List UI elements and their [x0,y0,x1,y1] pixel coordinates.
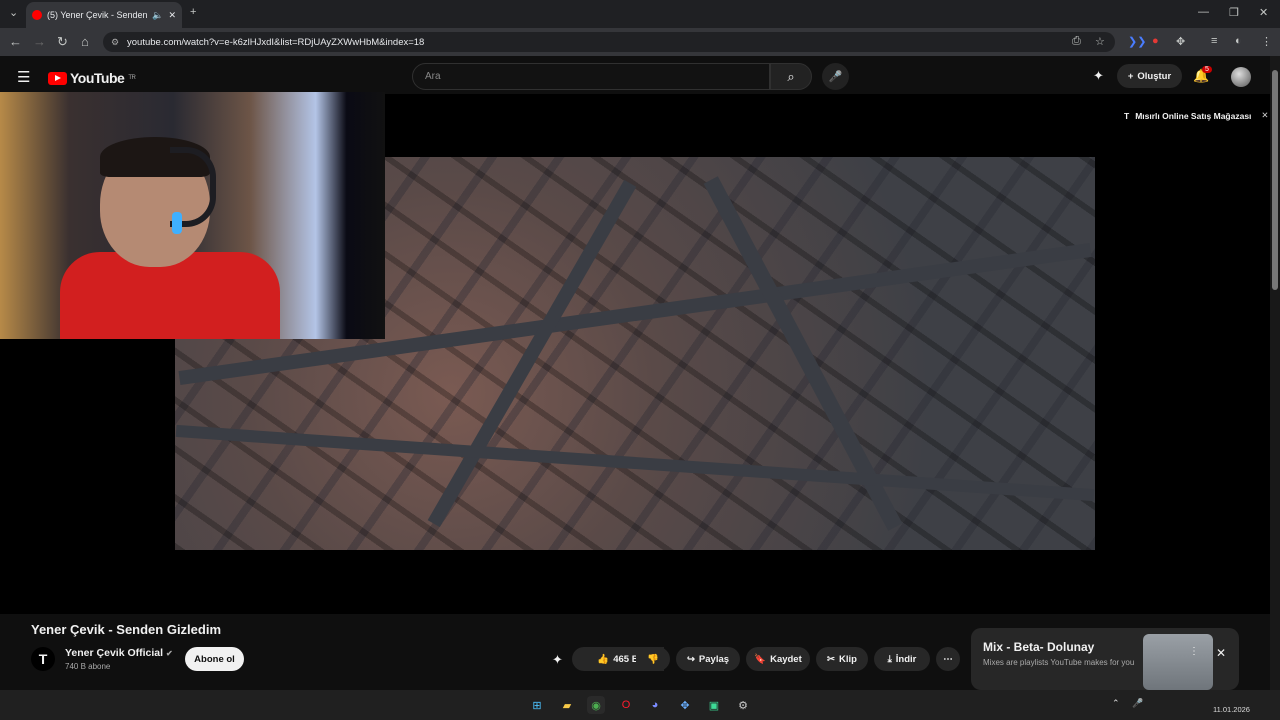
region-code: TR [128,75,136,81]
ad-store-icon: T [1124,110,1130,121]
scrollbar-thumb[interactable] [1272,70,1278,290]
download-button[interactable]: ⤓ İndir [874,647,930,671]
search-placeholder: Ara [425,71,441,82]
browser-tab-bar: ⌄ (5) Yener Çevik - Senden Gi 🔈 ✕ + — ❐ … [0,0,1280,28]
notifications-badge: 5 [1202,66,1212,73]
video-title: Yener Çevik - Senden Gizledim [31,622,222,637]
share-label: Paylaş [698,653,730,665]
mix-thumbnail[interactable] [1143,634,1213,690]
mix-playlist-panel[interactable]: Mix - Beta- Dolunay Mixes are playlists … [971,628,1239,690]
webcam-overlay [0,92,385,339]
clip-label: Klip [839,653,857,665]
ask-sparkle-icon[interactable]: ✦ [552,652,563,668]
speaker-icon[interactable]: 🔈 [152,10,163,21]
url-text: youtube.com/watch?v=e-k6zlHJxdI&list=RDj… [127,36,425,48]
create-label: Oluştur [1137,70,1172,82]
discord-icon[interactable]: ◕ [646,696,664,714]
restore-icon[interactable]: ❐ [1229,6,1239,19]
subscriber-count: 740 B abone [65,662,111,671]
profile-icon[interactable]: ◐ [1235,35,1242,47]
share-button[interactable]: ↪ Paylaş [676,647,740,671]
microphone-icon: 🎤 [828,71,843,83]
install-app-icon[interactable]: ⎙ [1072,35,1081,48]
browser-menu-icon[interactable]: ⋮ [1261,35,1272,48]
account-avatar[interactable] [1231,67,1251,87]
site-info-icon[interactable]: ⚙ [111,37,119,48]
tray-chevron-icon[interactable]: ⌃ [1112,698,1120,709]
address-bar[interactable]: ⚙ youtube.com/watch?v=e-k6zlHJxdI&list=R… [103,32,1115,52]
app-green-icon[interactable]: ▣ [705,696,723,714]
save-button[interactable]: 🔖 Kaydet [746,647,810,671]
tab-search-icon[interactable]: ⌄ [9,6,18,19]
tab-title: (5) Yener Çevik - Senden Gi [47,10,148,20]
share-icon: ↪ [686,653,695,665]
voice-search-button[interactable]: 🎤 [822,63,849,90]
back-icon[interactable]: ← [9,34,22,49]
save-label: Kaydet [770,653,802,665]
more-actions-button[interactable]: ⋯ [936,647,960,671]
clip-button[interactable]: ✂ Klip [816,647,868,671]
app-network-icon[interactable]: ✥ [676,696,694,714]
window-close-icon[interactable]: ✕ [1259,6,1268,19]
start-windows-icon[interactable]: ⊞ [528,696,546,714]
thumbs-up-icon: 👍 [597,653,610,665]
media-control-icon[interactable]: ≡ [1211,35,1217,47]
youtube-play-icon [48,71,67,85]
ad-close-icon[interactable]: ✕ [1261,110,1268,121]
search-icon: ⌕ [787,68,795,84]
search-input[interactable]: Ara [412,63,770,90]
search-button[interactable]: ⌕ [770,63,812,90]
chrome-icon[interactable]: ◉ [587,696,605,714]
download-label: İndir [895,653,917,665]
channel-avatar[interactable]: T [31,647,55,671]
windows-taskbar [0,690,1280,720]
home-icon[interactable]: ⌂ [81,34,89,49]
new-tab-icon[interactable]: + [190,6,196,18]
minimize-icon[interactable]: — [1198,6,1209,18]
mix-title: Mix - Beta- Dolunay [983,640,1095,654]
like-count: 465 B [613,653,639,665]
opera-icon[interactable]: O [617,696,635,714]
youtube-logo[interactable]: YouTube TR [48,70,136,86]
extension-blue-icon[interactable]: ❯❯ [1128,35,1146,48]
more-dots-icon: ⋯ [943,653,953,665]
youtube-favicon-icon [32,10,42,20]
reload-icon[interactable]: ↻ [57,34,68,50]
ad-label: Mısırlı Online Satış Mağazası [1135,110,1252,121]
file-explorer-icon[interactable]: ▰ [558,696,576,714]
download-icon: ⤓ [887,653,892,665]
verified-icon: ✔ [165,649,173,658]
ad-overlay[interactable]: T Mısırlı Online Satış Mağazası ✕ [1124,110,1269,121]
create-button[interactable]: + Oluştur [1117,64,1182,88]
extension-red-icon[interactable]: ● [1152,35,1159,47]
mix-subtitle: Mixes are playlists YouTube makes for yo… [983,658,1135,667]
browser-tab-active[interactable]: (5) Yener Çevik - Senden Gi 🔈 ✕ [26,2,182,28]
extensions-puzzle-icon[interactable]: ✥ [1176,35,1185,48]
page-scrollbar[interactable] [1270,56,1280,690]
scissors-icon: ✂ [827,653,835,665]
tray-mic-icon[interactable]: 🎤 [1132,698,1143,709]
bookmark-icon: 🔖 [754,653,767,665]
dislike-button[interactable]: 👎 [636,647,670,671]
channel-name[interactable]: Yener Çevik Official ✔ [65,647,173,659]
tab-close-icon[interactable]: ✕ [168,10,176,21]
bookmark-star-icon[interactable]: ☆ [1095,35,1105,48]
forward-icon[interactable]: → [33,34,46,49]
channel-name-text: Yener Çevik Official [65,647,164,659]
thumbs-down-icon: 👎 [647,653,659,665]
mix-close-icon[interactable]: ✕ [1216,646,1226,660]
plus-icon: + [1127,70,1134,82]
premium-sparkle-icon[interactable]: ✦ [1093,68,1104,84]
subscribe-button[interactable]: Abone ol [185,647,244,671]
taskbar-date: 11.01.2026 [1213,705,1250,714]
app-settings-icon[interactable]: ⚙ [734,696,752,714]
logo-text: YouTube [70,70,125,86]
mix-more-icon[interactable]: ⋮ [1189,646,1199,657]
hamburger-menu-icon[interactable]: ☰ [17,68,30,86]
